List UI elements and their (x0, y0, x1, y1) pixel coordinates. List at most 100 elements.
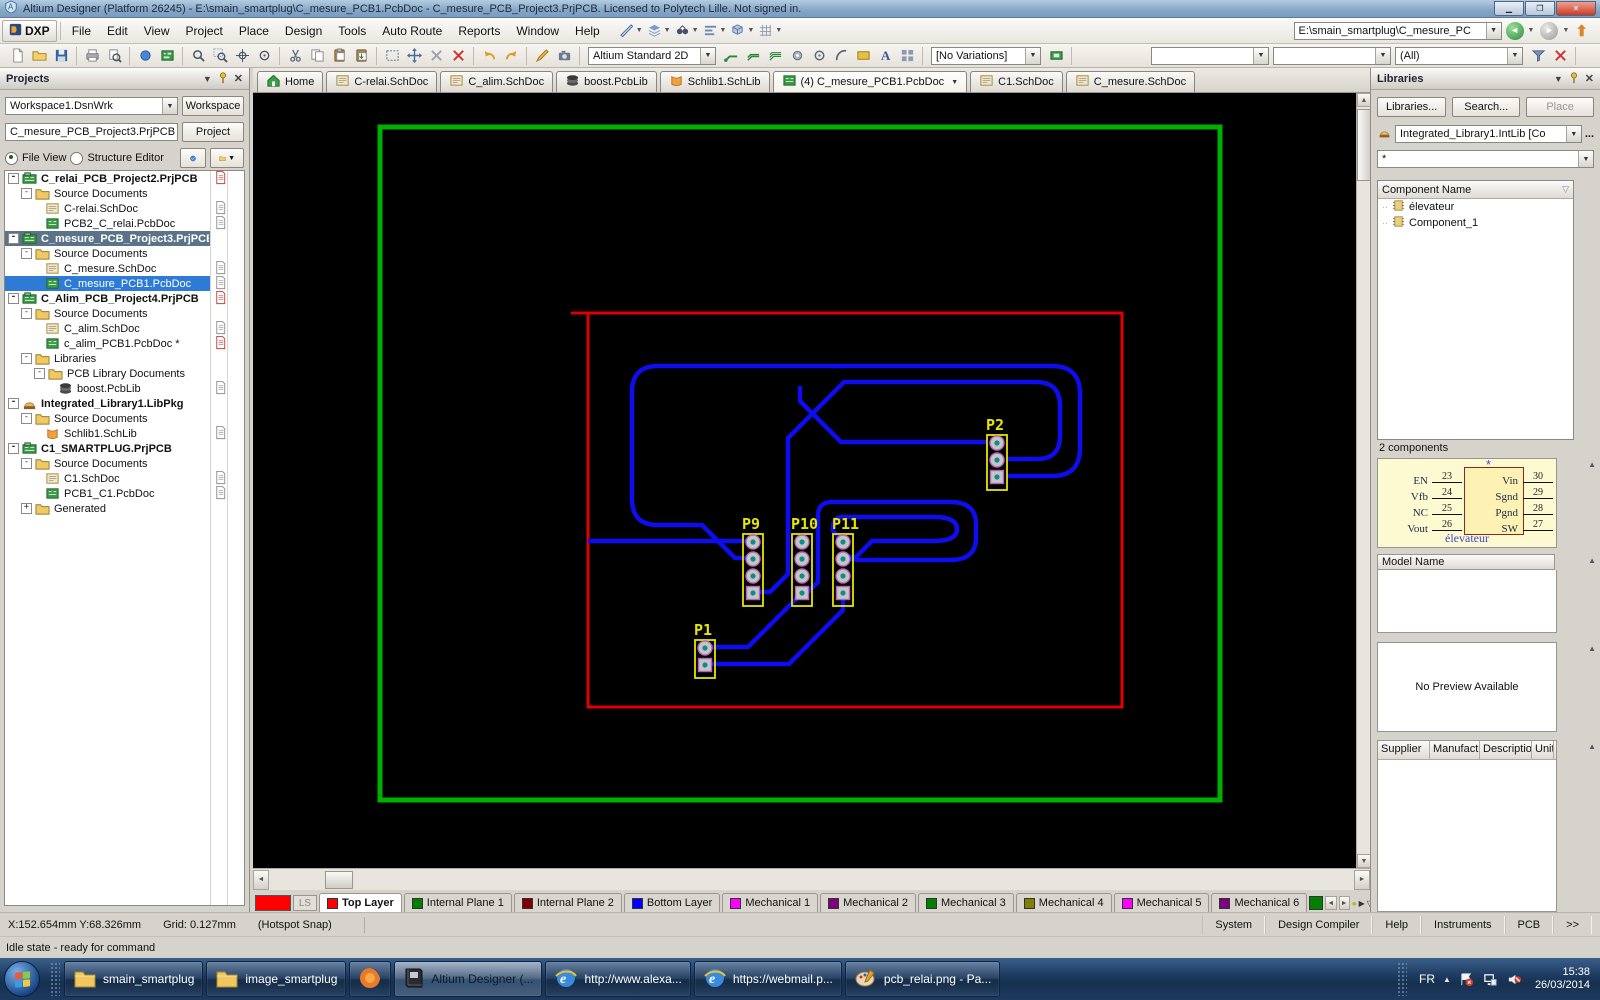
tree-row-zone[interactable]: C-relai.SchDoc (5, 201, 211, 216)
tree-row-zone[interactable]: -Source Documents (5, 186, 211, 201)
fill-icon[interactable] (852, 45, 874, 67)
collapse-icon[interactable]: ▲ (1588, 742, 1596, 751)
funnel-icon[interactable] (1527, 45, 1549, 67)
network-icon[interactable] (1483, 971, 1499, 987)
current-layer-swatch[interactable] (255, 895, 291, 911)
tree-row[interactable]: C_mesure_PCB1.PcbDoc (5, 276, 244, 291)
text-icon[interactable]: A (874, 45, 896, 67)
chevron-down-icon[interactable]: ▼ (692, 27, 699, 34)
tree-row-zone[interactable]: c_alim_PCB1.PcbDoc * (5, 336, 211, 351)
chevron-down-icon[interactable]: ▼ (775, 27, 782, 34)
layer-tab-mechanical-1[interactable]: Mechanical 1 (722, 893, 818, 912)
collapse-icon[interactable]: ▲ (1588, 644, 1596, 653)
doc-tab-schlib1-schlib[interactable]: Schlib1.SchLib (660, 71, 770, 92)
clear-gray-icon[interactable] (425, 45, 447, 67)
tree-row-zone[interactable]: -Libraries (5, 351, 211, 366)
component-filter-combo[interactable]: * ▼ (1377, 150, 1594, 168)
variations-combo[interactable]: [No Variations]▼ (931, 47, 1041, 65)
tree-row-zone[interactable]: -C1_SMARTPLUG.PrjPCB (5, 441, 211, 456)
action-center-icon[interactable] (1459, 971, 1475, 987)
pen-icon[interactable] (531, 45, 553, 67)
chevron-down-icon[interactable]: ▼ (1025, 48, 1040, 64)
move-icon[interactable] (403, 45, 425, 67)
pcb-component-P2[interactable]: P2 (986, 416, 1007, 490)
board-outline[interactable] (571, 313, 1122, 707)
open-options-button[interactable]: ▼ (210, 148, 244, 168)
tree-row[interactable]: -Libraries (5, 351, 244, 366)
collapse-icon[interactable]: - (8, 233, 19, 244)
via-icon[interactable] (808, 45, 830, 67)
component-designator[interactable]: P2 (986, 416, 1004, 434)
view-configuration-combo[interactable]: Altium Standard 2D▼ (588, 47, 716, 65)
dxp-menu[interactable]: DXP (2, 20, 57, 42)
tree-row-zone[interactable]: -PCB Library Documents (5, 366, 211, 381)
title-bar[interactable]: A Altium Designer (Platform 26245) - E:\… (0, 0, 1600, 18)
chevron-down-icon[interactable]: ▼ (1253, 48, 1268, 64)
status-panel-button-system[interactable]: System (1202, 916, 1265, 934)
route-multi-icon[interactable] (764, 45, 786, 67)
layer-tab-internal-plane-2[interactable]: Internal Plane 2 (514, 893, 622, 912)
tree-row-zone[interactable]: -Source Documents (5, 306, 211, 321)
chevron-down-icon[interactable]: ▼ (664, 27, 671, 34)
menu-project[interactable]: Project (178, 20, 231, 42)
layer-tab-mechanical-5[interactable]: Mechanical 5 (1114, 893, 1210, 912)
pcb-editor-canvas[interactable]: P2P9P10P11P1 (253, 93, 1356, 868)
taskbar-item-altium-designer-[interactable]: Altium Designer (... (394, 961, 542, 997)
tree-row[interactable]: -Source Documents (5, 456, 244, 471)
layer-menu-icon[interactable]: ▶ (1359, 899, 1365, 908)
tree-row[interactable]: PCB2_C_relai.PcbDoc (5, 216, 244, 231)
scroll-left-icon[interactable]: ◄ (253, 870, 269, 890)
tree-row[interactable]: -Source Documents (5, 246, 244, 261)
taskbar-item-image-smartplug[interactable]: image_smartplug (206, 961, 346, 997)
next-layer-swatch[interactable] (1309, 896, 1323, 910)
layer-tab-bottom-layer[interactable]: Bottom Layer (624, 893, 720, 912)
layer-tab-mechanical-6[interactable]: Mechanical 6 (1211, 893, 1307, 912)
libraries-button-libraries[interactable]: Libraries... (1377, 97, 1446, 117)
project-field[interactable]: C_mesure_PCB_Project3.PrjPCB (5, 123, 178, 141)
gem-icon[interactable] (134, 45, 156, 67)
menu-tools[interactable]: Tools (330, 20, 374, 42)
tree-row[interactable]: -C1_SMARTPLUG.PrjPCB (5, 441, 244, 456)
chevron-down-icon[interactable]: ▼ (636, 27, 643, 34)
paste-special-icon[interactable] (350, 45, 372, 67)
tree-row-zone[interactable]: C_mesure.SchDoc (5, 261, 211, 276)
layer-set-button[interactable]: LS (293, 895, 317, 911)
tree-row-zone[interactable]: -Source Documents (5, 456, 211, 471)
tree-row-zone[interactable]: C_alim.SchDoc (5, 321, 211, 336)
pin-icon[interactable] (1569, 72, 1579, 86)
table-header-description[interactable]: Description (1480, 741, 1532, 759)
table-header-unit[interactable]: Unit (1532, 741, 1554, 759)
layer-tab-top-layer[interactable]: Top Layer (319, 893, 402, 912)
menu-file[interactable]: File (64, 20, 99, 42)
scope-combo[interactable]: (All)▼ (1395, 47, 1523, 65)
component-designator[interactable]: P11 (832, 515, 859, 533)
chevron-down-icon[interactable]: ▼ (1578, 151, 1593, 167)
component-list-header[interactable]: Component Name ▽ (1378, 181, 1573, 199)
layer-tab-mechanical-4[interactable]: Mechanical 4 (1016, 893, 1112, 912)
tree-row-zone[interactable]: -Source Documents (5, 411, 211, 426)
collapse-icon[interactable]: - (8, 293, 19, 304)
editor-horizontal-scrollbar[interactable]: ◄ ► (253, 868, 1370, 890)
doc-tab-c-alim-schdoc[interactable]: C_alim.SchDoc (440, 71, 553, 92)
close-icon[interactable]: ✕ (1585, 72, 1594, 85)
scroll-down-icon[interactable]: ▼ (1357, 854, 1371, 868)
find-icon[interactable] (674, 22, 691, 39)
tree-row-zone[interactable]: +Generated (5, 501, 211, 516)
file-view-radio[interactable]: File View (5, 152, 66, 165)
tree-row-zone[interactable]: PCB1_C1.PcbDoc (5, 486, 211, 501)
board-boundary[interactable] (380, 127, 1220, 800)
volume-muted-icon[interactable] (1507, 971, 1523, 987)
pin-icon[interactable] (218, 72, 228, 86)
filter-icon[interactable]: ▽ (1562, 184, 1569, 195)
variant-chip-icon[interactable] (1045, 45, 1067, 67)
grid-icon[interactable] (757, 22, 774, 39)
redo-icon[interactable] (500, 45, 522, 67)
minimize-button[interactable]: ▁ (1494, 1, 1524, 16)
camera-icon[interactable] (553, 45, 575, 67)
new-doc-icon[interactable] (6, 45, 28, 67)
undo-icon[interactable] (478, 45, 500, 67)
select-rect-icon[interactable] (381, 45, 403, 67)
zoom-icon[interactable] (187, 45, 209, 67)
model-list-header[interactable]: Model Name (1377, 554, 1555, 570)
pcb-component-P1[interactable]: P1 (694, 621, 715, 678)
